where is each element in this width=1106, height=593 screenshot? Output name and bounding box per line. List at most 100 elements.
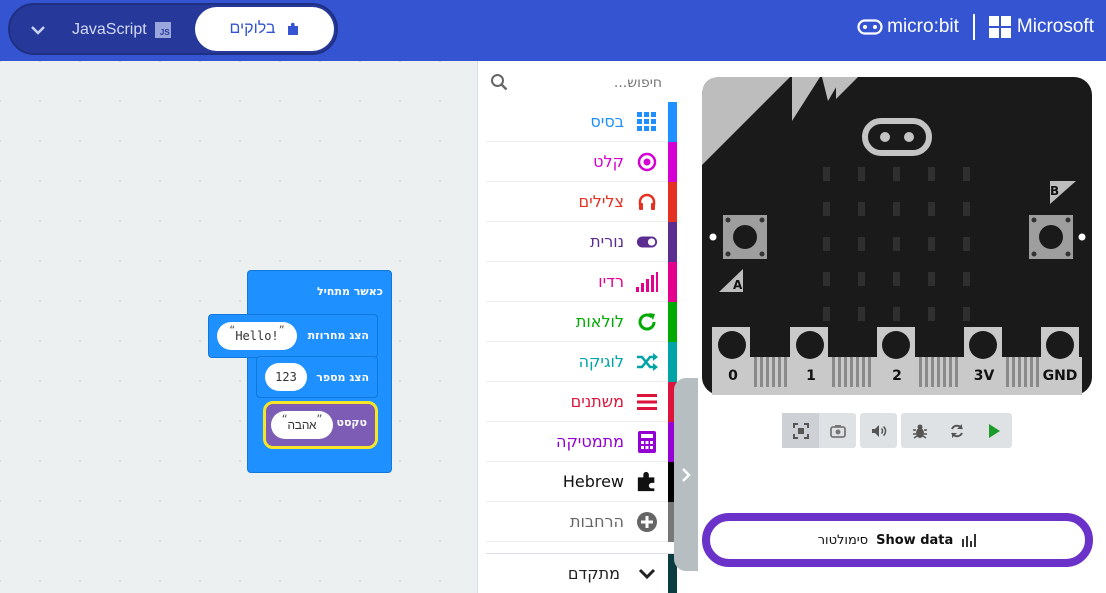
category-label: צלילים [578,192,624,211]
editor-dropdown-button[interactable] [18,15,58,45]
category-variables[interactable]: משתנים [486,382,678,422]
category-label: נורית [590,232,624,251]
microbit-logo-text: micro:bit [887,16,959,37]
shuffle-icon [636,351,658,373]
screenshot-button[interactable] [819,413,856,448]
quote-close: ” [316,413,323,425]
category-advanced[interactable]: מתקדם [486,553,678,593]
puzzle-icon [287,22,298,35]
play-button[interactable] [975,413,1012,448]
category-label: קלט [593,152,624,171]
pin-label-1: 1 [806,368,816,384]
list-icon [636,391,658,413]
restart-icon [950,423,963,438]
js-icon: JS [154,22,171,38]
blocks-tab[interactable]: בלוקים [195,7,334,51]
category-input[interactable]: קלט [486,142,678,182]
chevron-right-icon [682,467,691,482]
quote-open: “ [229,324,236,336]
run-button-group [901,413,1012,448]
category-label: Hebrew [562,472,624,491]
pin-label-2: 2 [892,368,902,384]
show-number-label: הצג מספר [316,371,369,384]
sound-button-group [860,413,897,448]
javascript-tab[interactable]: JavaScript JS [72,15,171,45]
search-input[interactable] [486,69,666,97]
signal-icon [636,271,658,293]
quote-open: “ [281,413,288,425]
fullscreen-icon [792,422,809,439]
microbit-face-icon [857,19,883,35]
mute-button[interactable] [860,413,897,448]
show-data-simulator-button[interactable]: סימולטור Show data [702,513,1093,567]
grid-icon [636,111,658,133]
category-music[interactable]: צלילים [486,182,678,222]
show-string-block[interactable]: הצג מחרוזת “ Hello! ” [208,314,378,358]
text-block-label: טקסט [336,416,367,429]
plus-circle-icon [636,511,658,533]
brand-divider [972,14,975,40]
button-b-label: B [1050,184,1059,198]
category-radio[interactable]: רדיו [486,262,678,302]
show-number-value-field[interactable]: 123 [265,363,307,391]
category-label: מתקדם [567,564,620,583]
pin-label-3v: 3V [974,368,995,384]
camera-icon [829,424,846,438]
top-bar: JavaScript JS בלוקים micro:bit Microsoft [0,0,1106,61]
category-label: הרחבות [569,512,624,531]
restart-button[interactable] [938,413,975,448]
show-string-label: הצג מחרוזת [307,329,369,342]
category-label: משתנים [570,392,624,411]
button-a-label: A [733,278,743,292]
bar-chart-icon [962,534,977,547]
button-a[interactable] [723,215,767,259]
brand-area: micro:bit Microsoft [857,14,1094,40]
refresh-icon [636,311,658,333]
puzzle-icon [636,471,658,493]
javascript-tab-label: JavaScript [72,21,147,38]
debug-button[interactable] [901,413,938,448]
category-logic[interactable]: לוגיקה [486,342,678,382]
microsoft-logo[interactable]: Microsoft [988,16,1094,38]
on-start-label: כאשר מתחיל [317,285,383,298]
microbit-board[interactable]: A B 0 1 2 3V GND [702,77,1092,395]
category-extensions[interactable]: הרחבות [486,502,678,542]
collapse-simulator-button[interactable] [674,378,698,571]
toggle-icon [636,231,658,253]
editor-toggle: JavaScript JS בלוקים [8,3,338,55]
blocks-workspace[interactable]: כאשר מתחיל הצג מחרוזת “ Hello! ” הצג מספ… [0,61,477,593]
category-loops[interactable]: לולאות [486,302,678,342]
chevron-down-icon [31,26,45,35]
category-label: רדיו [598,272,624,291]
category-basic[interactable]: בסיס [486,102,678,142]
button-b[interactable] [1029,215,1073,259]
volume-icon [871,424,886,437]
simulator-toolbar [782,413,1012,448]
show-string-value-field[interactable]: “ Hello! ” [217,322,297,350]
toolbox: בסיס קלט צלילים נורית רדיו לולאות [477,61,678,593]
category-math[interactable]: מתמטיקה [486,422,678,462]
play-icon [988,423,1000,438]
microbit-logo[interactable]: micro:bit [857,16,959,38]
category-label: לולאות [575,312,624,331]
category-led[interactable]: נורית [486,222,678,262]
category-label: בסיס [590,112,624,131]
show-string-value: Hello! [235,329,279,343]
search-icon [491,74,508,91]
microsoft-logo-text: Microsoft [1016,16,1094,37]
show-number-value: 123 [275,370,297,384]
text-value-field[interactable]: “ אהבה ” [271,411,333,439]
microsoft-windows-icon [988,16,1011,38]
headphones-icon [636,191,658,213]
category-hebrew[interactable]: Hebrew [486,462,678,502]
show-number-block[interactable]: הצג מספר 123 [256,356,378,398]
calculator-icon [636,430,658,453]
text-value: אהבה [287,417,317,432]
category-label: מתמטיקה [555,432,624,451]
target-icon [636,151,658,173]
show-data-label: Show data [876,532,954,548]
pin-label-gnd: GND [1043,368,1078,384]
category-label: לוגיקה [578,352,624,371]
text-reporter-block[interactable]: טקסט “ אהבה ” [263,401,378,449]
fullscreen-button[interactable] [782,413,819,448]
